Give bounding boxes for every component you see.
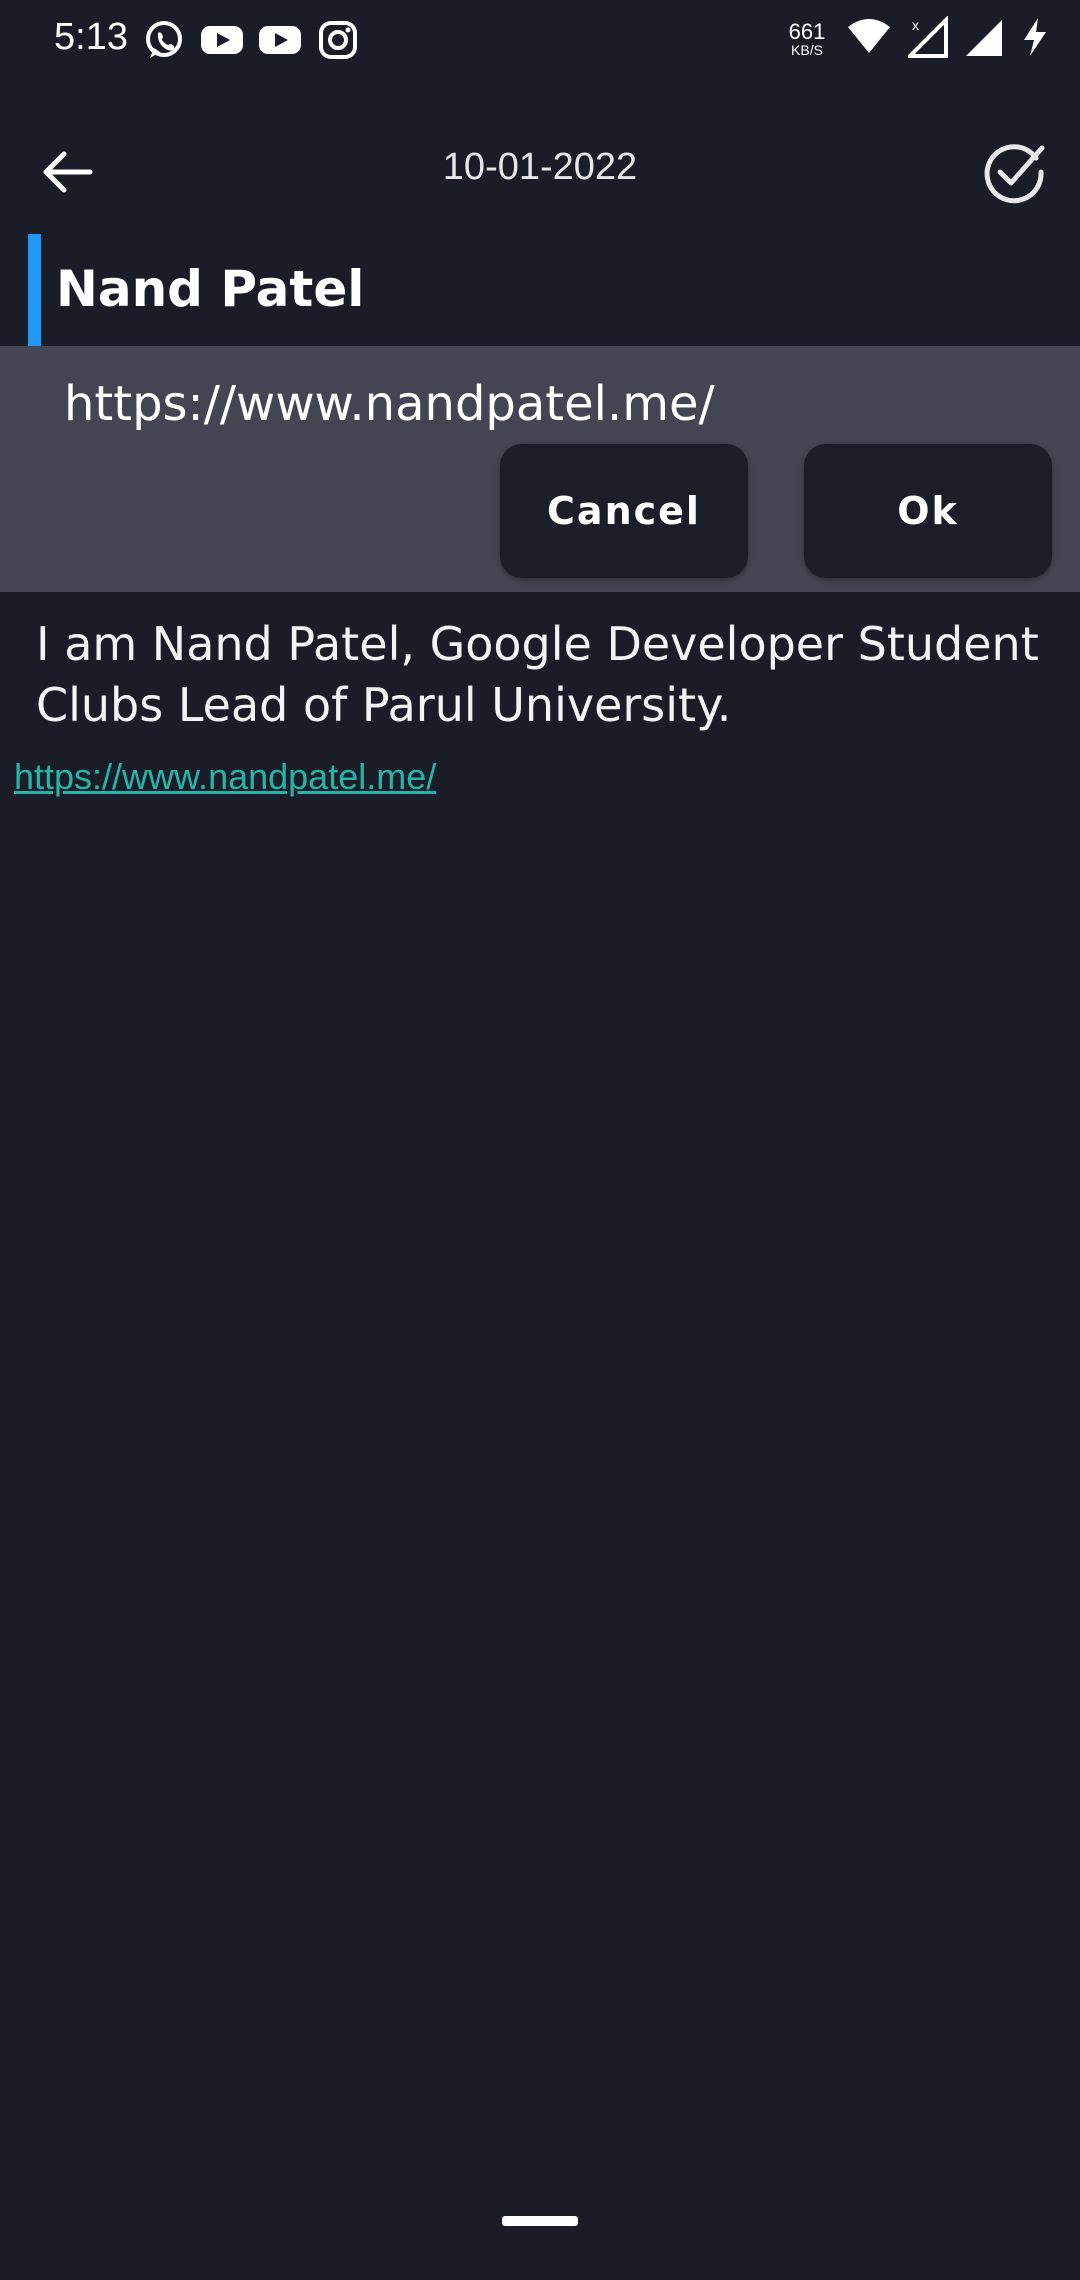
status-time: 5:13 xyxy=(54,16,128,58)
note-date: 10-01-2022 xyxy=(442,146,638,188)
system-icons: 661 KB/S x xyxy=(784,15,1050,62)
note-title-row[interactable]: Nand Patel xyxy=(28,234,1068,346)
note-toolbar: 10-01-2022 xyxy=(0,120,1080,220)
check-circle-icon xyxy=(984,144,1045,204)
note-body-text[interactable]: I am Nand Patel, Google Developer Studen… xyxy=(36,614,1046,736)
network-speed-unit: KB/S xyxy=(791,42,823,58)
charging-icon xyxy=(1020,16,1050,62)
youtube-icon xyxy=(258,18,302,62)
note-title[interactable]: Nand Patel xyxy=(56,260,364,318)
gesture-navigation-bar[interactable] xyxy=(502,2216,578,2226)
cancel-button[interactable]: Cancel xyxy=(500,444,748,578)
notification-icons xyxy=(142,18,360,62)
signal-icon xyxy=(964,16,1004,62)
link-url-input[interactable] xyxy=(64,376,1024,432)
status-bar: 5:13 661 KB/S x xyxy=(0,0,1080,80)
title-accent-bar xyxy=(28,234,41,346)
note-link[interactable]: https://www.nandpatel.me/ xyxy=(14,756,436,798)
network-speed: 661 KB/S xyxy=(784,19,830,58)
instagram-icon xyxy=(316,18,360,62)
svg-text:x: x xyxy=(912,17,919,33)
whatsapp-icon xyxy=(142,18,186,62)
save-button[interactable] xyxy=(980,138,1048,206)
wifi-icon xyxy=(846,17,892,61)
ok-button[interactable]: Ok xyxy=(804,444,1052,578)
youtube-icon xyxy=(200,18,244,62)
network-speed-value: 661 xyxy=(788,19,826,44)
signal-icon: x xyxy=(905,15,948,62)
link-dialog: Cancel Ok xyxy=(0,346,1080,592)
